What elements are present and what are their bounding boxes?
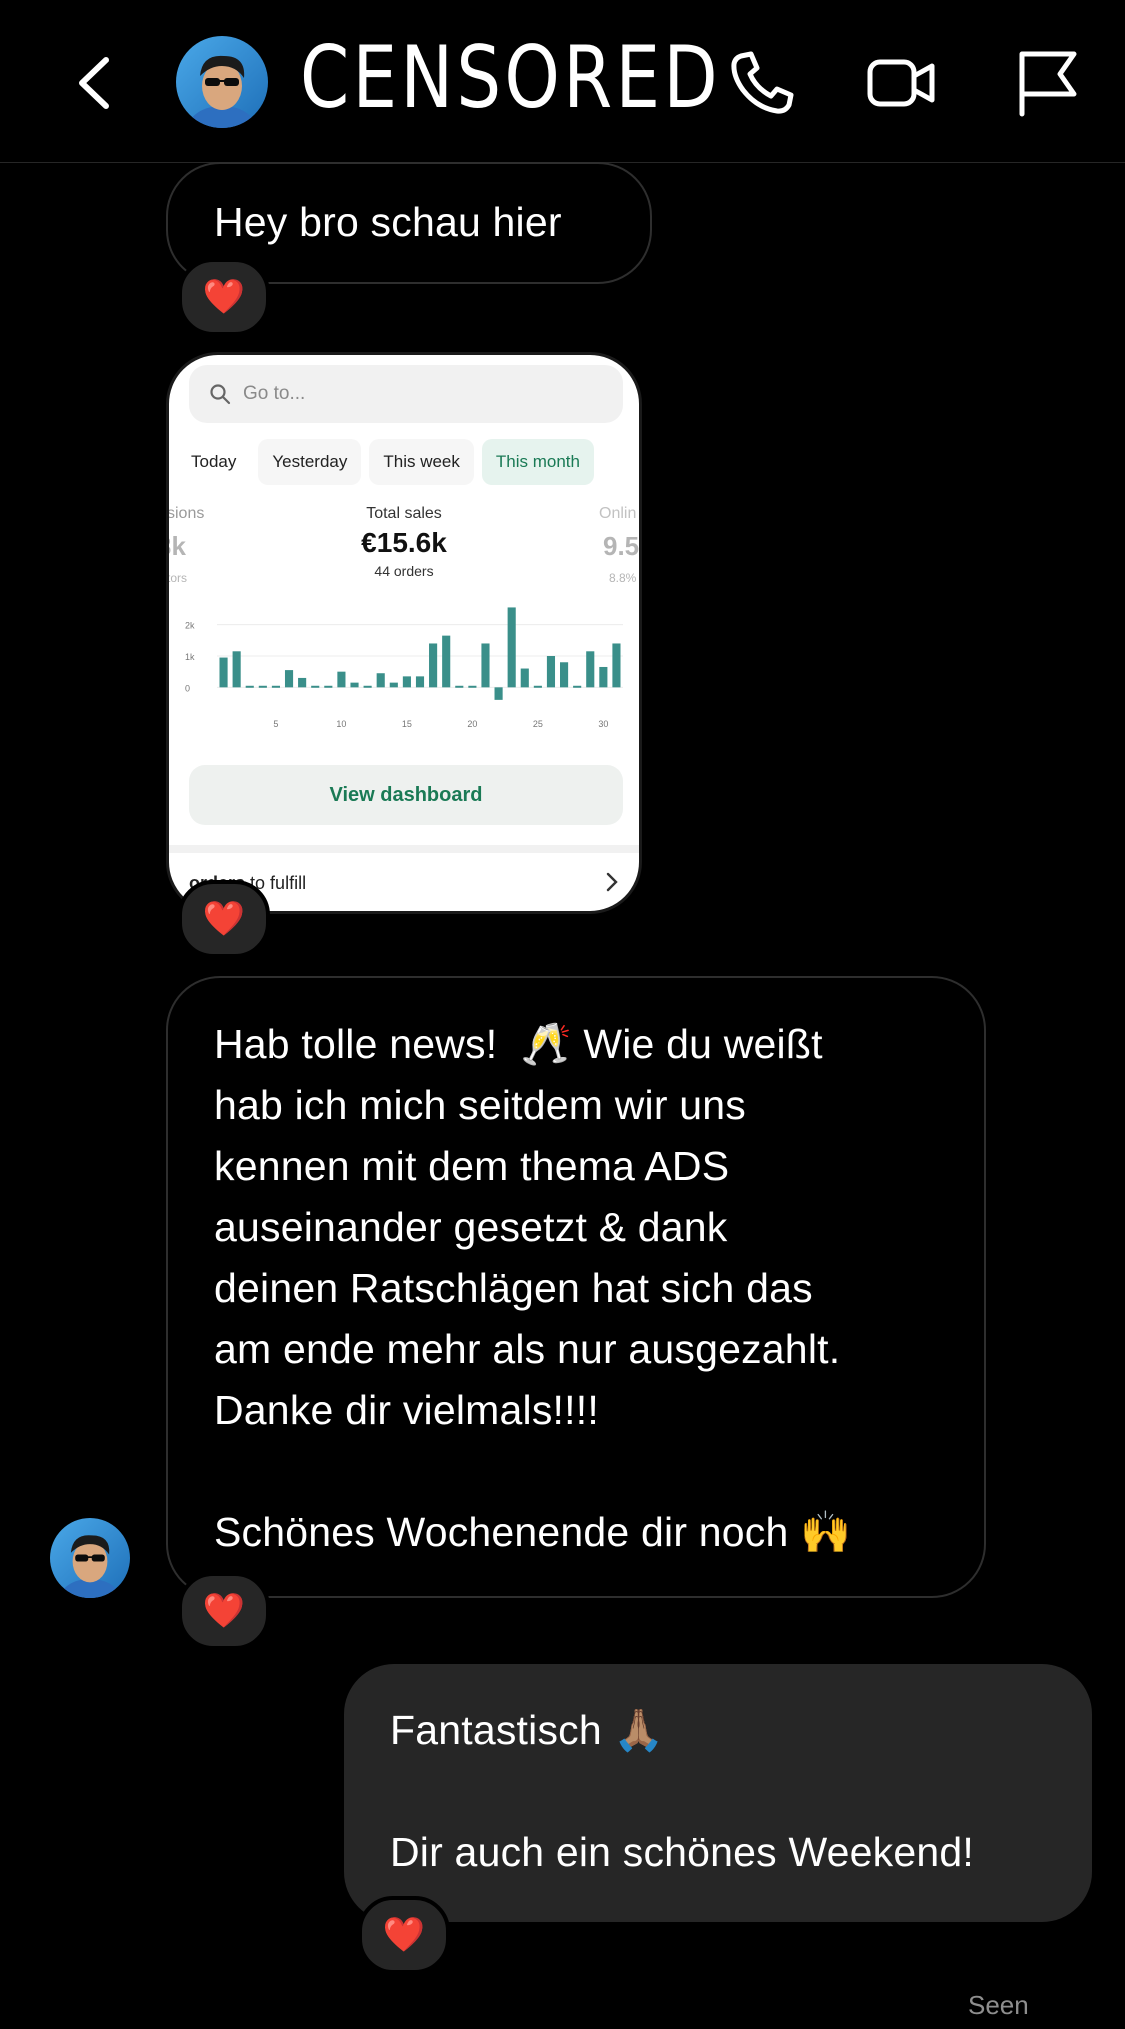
sales-bar-chart: 2k 1k 0 5 10 15 20 25 30 — [185, 607, 623, 729]
contact-name[interactable]: CENSORED — [300, 22, 721, 134]
chart-x-tick-label: 5 — [273, 719, 278, 729]
total-sales-value: €15.6k — [361, 527, 447, 558]
view-dashboard-button: View dashboard — [189, 765, 623, 825]
heart-emoji: ❤️ — [382, 1916, 426, 1954]
search-icon — [210, 384, 231, 405]
video-camera-icon — [867, 59, 935, 107]
message-reaction[interactable]: ❤️ — [178, 880, 270, 958]
message-reaction[interactable]: ❤️ — [358, 1896, 450, 1974]
chart-bar — [350, 682, 359, 688]
chart-bar — [599, 666, 608, 688]
search-placeholder: Go to... — [243, 383, 306, 404]
shared-image[interactable]: Go to... Today Yesterday This week This … — [166, 352, 642, 914]
online-value: 9.5 — [603, 531, 640, 561]
total-sales-orders: 44 orders — [374, 563, 434, 579]
message-reaction[interactable]: ❤️ — [178, 1572, 270, 1650]
chart-y-tick-label: 2k — [185, 621, 195, 631]
message-reaction[interactable]: ❤️ — [178, 258, 270, 336]
chart-y-tick-label: 1k — [185, 652, 195, 662]
chart-bar — [573, 685, 582, 688]
tab-today: Today — [191, 452, 237, 471]
chart-x-tick-label: 25 — [533, 719, 543, 729]
chart-bar — [258, 685, 267, 688]
chart-bar — [311, 685, 320, 688]
chart-bar — [219, 657, 228, 688]
chat-header: CENSORED — [0, 0, 1125, 163]
chart-bar — [494, 687, 503, 700]
chart-bar — [324, 685, 333, 688]
call-button[interactable] — [725, 46, 799, 120]
sessions-sub: tors — [167, 571, 188, 585]
chart-x-tick-label: 15 — [402, 719, 412, 729]
chart-x-tick-label: 30 — [598, 719, 608, 729]
message-bubble-outgoing[interactable]: Fantastisch 🙏🏽 Dir auch ein schönes Week… — [344, 1664, 1092, 1922]
chart-bar — [560, 662, 569, 688]
chart-bar — [612, 643, 621, 688]
chart-bar — [507, 607, 516, 688]
chart-bar — [376, 673, 385, 688]
chevron-right-icon — [606, 872, 618, 892]
message-text: Hab tolle news! 🥂 Wie du weißt hab ich m… — [214, 1021, 852, 1555]
contact-avatar[interactable] — [176, 36, 268, 128]
video-call-button[interactable] — [864, 46, 938, 120]
chart-bar — [389, 682, 398, 688]
report-button[interactable] — [1012, 46, 1086, 120]
chart-bar — [402, 676, 411, 688]
chart-bar — [363, 685, 372, 688]
screenshot-search-bar: Go to... — [189, 365, 623, 423]
phone-icon — [731, 51, 794, 114]
chart-x-tick-label: 20 — [467, 719, 477, 729]
tab-yesterday: Yesterday — [258, 439, 362, 485]
message-text: Hey bro schau hier — [214, 199, 562, 245]
online-sub: 8.8% — [609, 571, 637, 585]
sender-avatar[interactable] — [50, 1518, 130, 1598]
online-label: Onlin — [599, 505, 637, 522]
chart-x-tick-label: 10 — [336, 719, 346, 729]
chart-bar — [481, 643, 490, 688]
screenshot-date-tabs: Today Yesterday This week This month — [169, 439, 594, 485]
chart-bar — [245, 685, 254, 688]
chart-bar — [546, 656, 556, 688]
chart-bar — [337, 671, 346, 688]
heart-emoji: ❤️ — [202, 900, 246, 938]
chart-bar — [586, 651, 595, 688]
total-sales-label: Total sales — [366, 505, 442, 522]
tab-this-month: This month — [481, 439, 594, 485]
chart-bar — [415, 676, 425, 688]
sessions-label: sions — [167, 505, 205, 522]
seen-status: Seen — [968, 1990, 1029, 2020]
chart-bar — [284, 670, 294, 688]
flag-icon — [1019, 51, 1077, 117]
chart-y-tick-label: 0 — [185, 683, 190, 693]
total-sales-metric: Total sales €15.6k 44 orders — [304, 505, 504, 579]
heart-emoji: ❤️ — [202, 278, 246, 316]
chart-bar — [232, 651, 241, 688]
heart-emoji: ❤️ — [202, 1592, 246, 1630]
tab-this-week: This week — [369, 439, 474, 485]
chart-bar — [520, 668, 529, 688]
chart-bar — [271, 685, 280, 688]
chart-bar — [455, 685, 464, 688]
chart-bar — [298, 677, 307, 688]
chart-bar — [468, 685, 477, 688]
message-bubble-incoming[interactable]: Hab tolle news! 🥂 Wie du weißt hab ich m… — [166, 976, 986, 1598]
chart-bar — [442, 635, 451, 688]
message-text: Fantastisch 🙏🏽 Dir auch ein schönes Week… — [390, 1707, 974, 1875]
chevron-left-icon — [79, 57, 109, 109]
chart-bar — [429, 643, 438, 688]
screenshot-divider — [169, 845, 639, 853]
back-button[interactable] — [70, 48, 120, 118]
chart-bar — [533, 685, 542, 688]
sessions-value: 3k — [169, 531, 186, 561]
